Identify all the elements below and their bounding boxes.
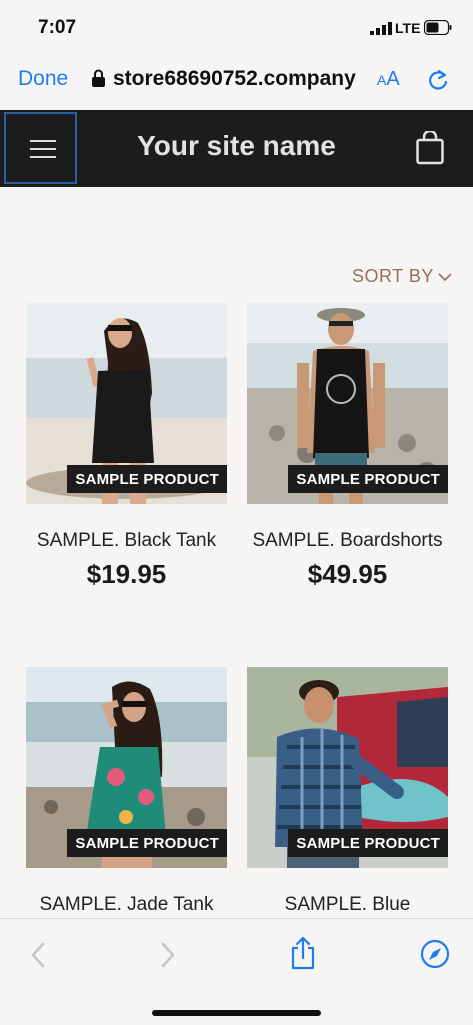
sample-product-badge: SAMPLE PRODUCT bbox=[67, 829, 227, 857]
product-image[interactable]: SAMPLE PRODUCT bbox=[26, 303, 227, 504]
status-time: 7:07 bbox=[38, 17, 77, 38]
product-name[interactable]: SAMPLE. Black Tank bbox=[26, 524, 227, 557]
sort-by-label: SORT BY bbox=[352, 266, 434, 286]
sample-product-badge: SAMPLE PRODUCT bbox=[288, 829, 448, 857]
safari-compass-icon[interactable] bbox=[420, 939, 450, 969]
sample-product-badge: SAMPLE PRODUCT bbox=[67, 465, 227, 493]
product-card[interactable]: SAMPLE PRODUCT SAMPLE. Boardshorts $49.9… bbox=[247, 303, 448, 590]
site-title[interactable]: Your site name bbox=[0, 130, 473, 162]
chevron-down-icon bbox=[438, 273, 452, 282]
product-price: $19.95 bbox=[86, 559, 167, 589]
done-button[interactable]: Done bbox=[18, 67, 68, 91]
url-address[interactable]: store68690752.company bbox=[113, 67, 367, 91]
sort-by-button[interactable]: SORT BY bbox=[352, 266, 452, 287]
shopping-bag-icon[interactable] bbox=[416, 131, 444, 165]
text-size-large-label: A bbox=[386, 68, 400, 90]
sample-product-badge: SAMPLE PRODUCT bbox=[288, 465, 448, 493]
product-card[interactable]: SAMPLE PRODUCT SAMPLE. Black Tank $19.95 bbox=[26, 303, 227, 590]
text-size-small-label: A bbox=[377, 72, 387, 88]
product-name[interactable]: SAMPLE. Jade Tank bbox=[26, 888, 227, 921]
product-card[interactable]: SAMPLE PRODUCT SAMPLE. Jade Tank bbox=[26, 667, 227, 921]
back-arrow-icon[interactable] bbox=[30, 941, 46, 969]
browser-bar: Done store68690752.company AA bbox=[0, 56, 473, 110]
lock-icon bbox=[92, 69, 105, 87]
share-icon[interactable] bbox=[290, 936, 316, 970]
signal-bars-icon bbox=[370, 22, 392, 35]
reload-icon[interactable] bbox=[427, 68, 449, 92]
product-card[interactable]: SAMPLE PRODUCT SAMPLE. Blue bbox=[247, 667, 448, 921]
product-image[interactable]: SAMPLE PRODUCT bbox=[26, 667, 227, 868]
product-price: $49.95 bbox=[307, 559, 388, 589]
product-name[interactable]: SAMPLE. Blue bbox=[247, 888, 448, 921]
product-image[interactable]: SAMPLE PRODUCT bbox=[247, 667, 448, 868]
text-size-button[interactable]: AA bbox=[377, 68, 400, 91]
site-header: Your site name bbox=[0, 110, 473, 187]
product-name[interactable]: SAMPLE. Boardshorts bbox=[247, 524, 448, 557]
browser-toolbar bbox=[0, 918, 473, 1025]
battery-icon bbox=[424, 20, 452, 35]
network-label: LTE bbox=[395, 20, 421, 36]
product-image[interactable]: SAMPLE PRODUCT bbox=[247, 303, 448, 504]
status-bar: 7:07 LTE bbox=[0, 0, 473, 56]
forward-arrow-icon[interactable] bbox=[160, 941, 176, 969]
home-indicator bbox=[152, 1010, 321, 1016]
